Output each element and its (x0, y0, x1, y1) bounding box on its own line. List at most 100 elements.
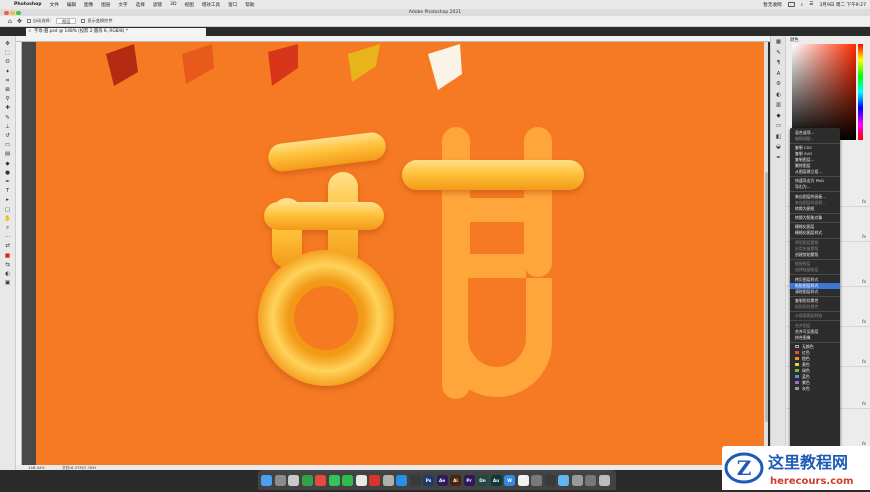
dock-app-screenshot-icon[interactable] (585, 474, 596, 486)
dock-app-notes-icon[interactable] (517, 474, 529, 486)
layer-fx-badge[interactable]: fx (862, 279, 866, 284)
menu-item[interactable]: 增效工具 (202, 2, 220, 8)
battery-icon[interactable] (787, 2, 795, 7)
healing-brush-icon[interactable]: ✚ (3, 104, 12, 112)
layer-fx-badge[interactable]: fx (862, 199, 866, 204)
close-window-button[interactable] (4, 10, 9, 15)
layer-fx-badge[interactable]: fx (862, 234, 866, 239)
eraser-icon[interactable]: ▭ (3, 141, 12, 149)
marquee-tool-icon[interactable]: ⬚ (3, 49, 12, 57)
menu-item[interactable]: 文字 (118, 2, 127, 8)
screen-mode-icon[interactable]: ▣ (3, 279, 12, 287)
scroll-thumb[interactable] (764, 172, 768, 422)
minimize-window-button[interactable] (10, 10, 15, 15)
canvas-area[interactable] (22, 42, 768, 465)
dock-app-premiere-icon[interactable]: Pr (463, 474, 475, 486)
dock-app-dictionary-icon[interactable] (382, 474, 394, 486)
properties-icon[interactable]: ⚙ (774, 80, 783, 88)
context-menu-item[interactable]: 拼合图像 (790, 335, 840, 341)
hand-tool-icon[interactable]: ✋ (3, 215, 12, 223)
panel-title[interactable]: 颜色 (790, 37, 799, 43)
dock-app-weibo-icon[interactable] (355, 474, 367, 486)
pen-tool-icon[interactable]: ✒ (3, 178, 12, 186)
paths-icon[interactable]: ✒ (774, 154, 783, 162)
vertical-scrollbar[interactable] (764, 42, 768, 465)
brush-settings-icon[interactable]: ✎ (774, 49, 783, 57)
quick-mask-icon[interactable]: ◐ (3, 270, 12, 278)
timeline-icon[interactable]: ▭ (774, 122, 783, 130)
dock-app-audition-icon[interactable]: Au (490, 474, 502, 486)
hue-slider[interactable] (858, 44, 863, 140)
context-menu-item[interactable]: 栅格化图层样式 (790, 230, 840, 236)
dock-app-settings-icon[interactable] (571, 474, 583, 486)
path-select-icon[interactable]: ▸ (3, 196, 12, 204)
channels-icon[interactable]: ◒ (774, 143, 783, 151)
auto-select-dropdown[interactable]: 图层 (56, 18, 77, 24)
edit-toolbar-icon[interactable]: ⇄ (3, 242, 12, 250)
stamp-tool-icon[interactable]: ⊥ (3, 123, 12, 131)
context-menu-item[interactable]: 转换为智能对象 (790, 215, 840, 221)
app-menu[interactable]: Photoshop (14, 2, 42, 7)
type-tool-icon[interactable]: T (3, 187, 12, 195)
layer-fx-badge[interactable]: fx (862, 359, 866, 364)
more-tools-icon[interactable]: ⋯ (3, 233, 12, 241)
dock-app-photos-icon[interactable] (288, 474, 299, 486)
context-menu-item[interactable]: 导出为... (790, 184, 840, 190)
dock-app-dimension-icon[interactable]: Dn (477, 474, 488, 486)
document-canvas[interactable] (36, 42, 768, 465)
dock-app-trash-icon[interactable] (598, 474, 610, 486)
home-icon[interactable]: ⌂ (8, 18, 12, 25)
dock-app-photoshop-icon[interactable]: Ps (423, 474, 434, 486)
menu-item[interactable]: 帮助 (245, 2, 254, 8)
zoom-window-button[interactable] (16, 10, 21, 15)
zoom-tool-icon[interactable]: ⌕ (3, 224, 12, 232)
menu-item[interactable]: 滤镜 (153, 2, 162, 8)
gradient-tool-icon[interactable]: ▤ (3, 150, 12, 158)
blur-tool-icon[interactable]: ◆ (3, 160, 12, 168)
dock-app-wps-icon[interactable]: W (504, 474, 515, 486)
move-tool-icon[interactable]: ✥ (3, 40, 12, 48)
menu-item[interactable]: 图层 (101, 2, 110, 8)
layers-panel-icon[interactable]: ◧ (774, 133, 783, 141)
swap-colors-icon[interactable]: ⇆ (3, 261, 12, 269)
character-icon[interactable]: A (774, 70, 783, 78)
shape-tool-icon[interactable]: ▢ (3, 206, 12, 214)
dock-app-messages-icon[interactable] (328, 474, 340, 486)
dock-app-illustrator-icon[interactable]: Ai (450, 474, 461, 486)
paragraph-icon[interactable]: ¶ (774, 59, 783, 67)
history-brush-icon[interactable]: ↺ (3, 132, 12, 140)
dock-app-qq-icon[interactable] (396, 474, 407, 486)
close-tab-icon[interactable]: × (28, 28, 32, 36)
lasso-tool-icon[interactable]: ʘ (3, 58, 12, 66)
dock-app-launchpad-icon[interactable] (274, 474, 286, 486)
menu-item[interactable]: 图像 (84, 2, 93, 8)
dock-app-tool-icon[interactable] (544, 474, 556, 486)
doc-info[interactable]: 文档:6.37M/7.78M (62, 465, 96, 470)
foreground-color-icon[interactable]: ■ (3, 252, 12, 260)
move-tool-icon[interactable]: ✥ (17, 18, 22, 25)
menu-item[interactable]: 文件 (50, 2, 59, 8)
menu-item[interactable]: 选择 (136, 2, 145, 8)
context-menu-item[interactable]: 清除图层样式 (790, 289, 840, 295)
dock-app-folder-icon[interactable] (558, 474, 569, 486)
dock-app-after-effects-icon[interactable]: Ae (436, 474, 448, 486)
dock-app-finder-icon[interactable] (261, 474, 272, 486)
show-transform-checkbox[interactable]: 显示变换控件 (81, 18, 113, 24)
dock-app-scissors-icon[interactable] (315, 474, 326, 486)
dock-app-wechat-icon[interactable] (342, 474, 353, 486)
dock-app-preview-icon[interactable] (531, 474, 542, 486)
history-panel-icon[interactable]: ▦ (774, 38, 783, 46)
menu-item[interactable]: 编辑 (67, 2, 76, 8)
3d-icon[interactable]: ◆ (774, 112, 783, 120)
menu-item[interactable]: 窗口 (228, 2, 237, 8)
brush-tool-icon[interactable]: ✎ (3, 114, 12, 122)
menu-item[interactable]: 视图 (185, 2, 194, 8)
zoom-level[interactable]: 148.44% (28, 465, 45, 470)
status-text[interactable]: 暂无收网 (763, 2, 781, 8)
color-label-item[interactable]: 灰色 (790, 386, 840, 392)
context-menu-item[interactable]: 转换为图框 (790, 206, 840, 212)
auto-select-checkbox[interactable]: 自动选择: (26, 18, 51, 24)
eyedropper-icon[interactable]: ⚲ (3, 95, 12, 103)
context-menu-item[interactable]: 从图层建立组... (790, 169, 840, 175)
libraries-icon[interactable]: ▥ (774, 101, 783, 109)
